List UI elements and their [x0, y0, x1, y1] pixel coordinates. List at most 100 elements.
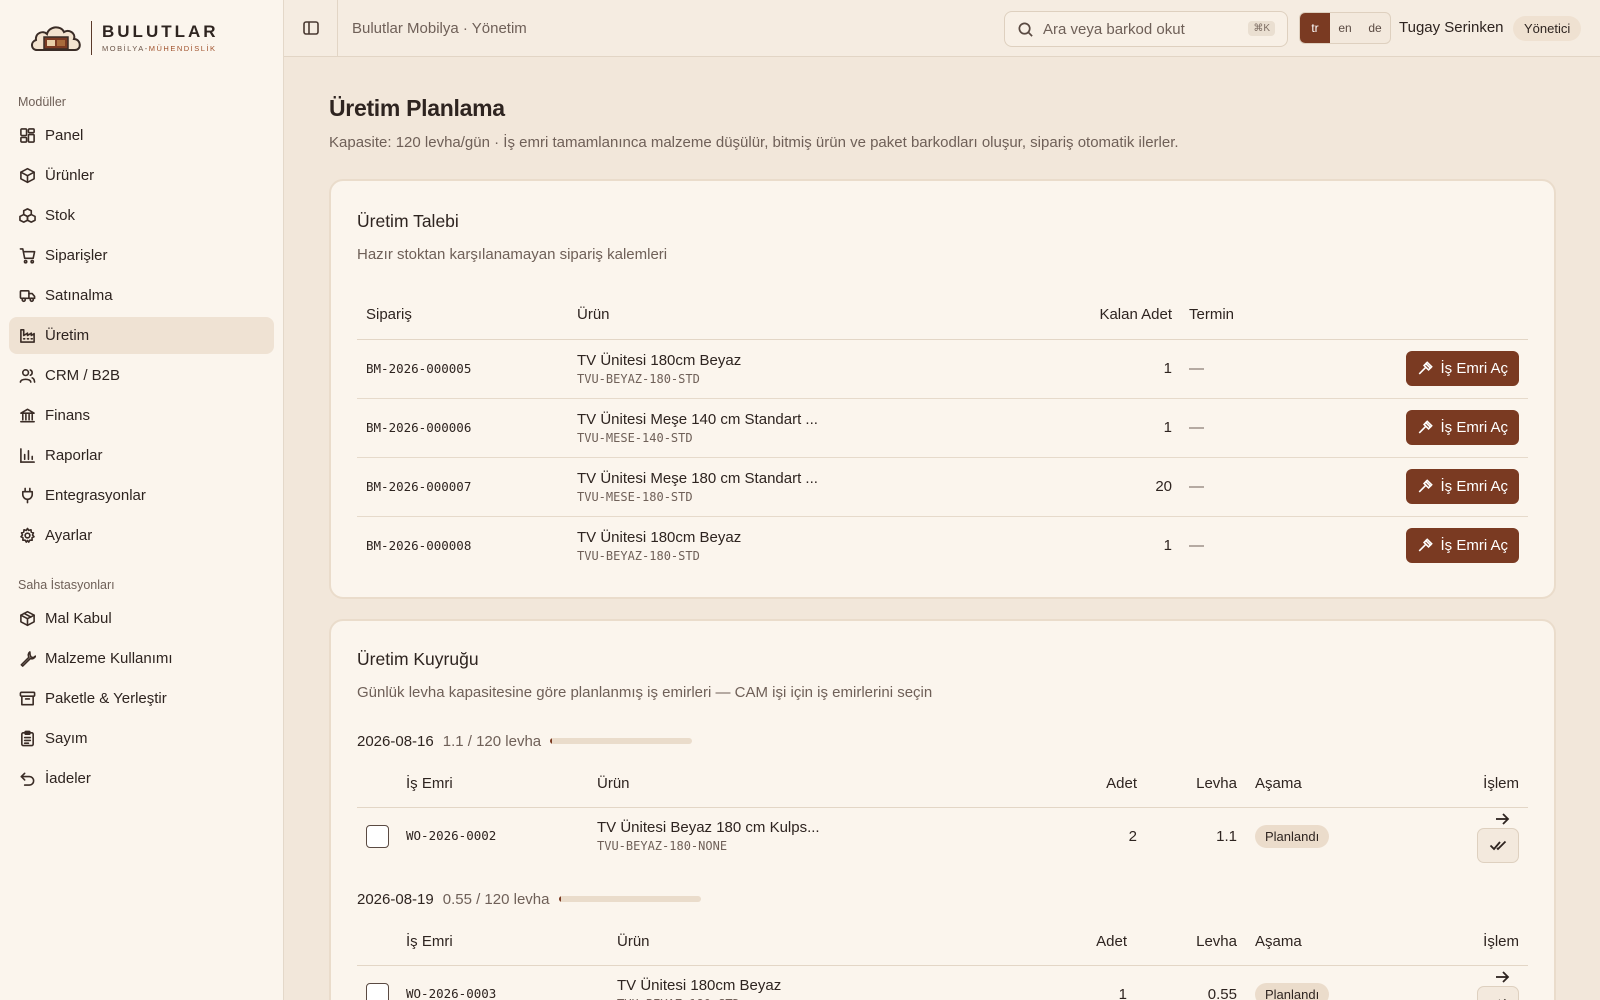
production-request-table: Sipariş Ürün Kalan Adet Termin BM-2026-0… — [357, 291, 1528, 575]
queue-day: 2026-08-16 1.1 / 120 levha İş Emri Ürün Adet… — [357, 729, 1528, 865]
search-box[interactable]: Ara veya barkod okut ⌘K — [1004, 11, 1288, 47]
sidebar-item-finans[interactable]: Finans — [9, 397, 274, 434]
order-number[interactable]: BM-2026-000008 — [366, 538, 471, 553]
sidebar-item-ayarlar[interactable]: Ayarlar — [9, 517, 274, 554]
page-title: Üretim Planlama — [329, 95, 505, 121]
topbar: Bulutlar Mobilya · Yönetim Ara veya bark… — [284, 0, 1600, 57]
table-row: WO-2026-0002 TV Ünitesi Beyaz 180 cm Kulp… — [357, 807, 1528, 865]
sidebar-item-siparişler[interactable]: Siparişler — [9, 237, 274, 274]
truck-icon — [18, 287, 36, 305]
complete-work-order-button[interactable] — [1477, 827, 1519, 863]
station-item-i-adeler[interactable]: İadeler — [9, 760, 274, 797]
station-item-paketle-yerleştir[interactable]: Paketle & Yerleştir — [9, 680, 274, 717]
col-action: İşlem — [1467, 761, 1528, 808]
nav-item-label: Siparişler — [45, 247, 108, 264]
order-number[interactable]: BM-2026-000006 — [366, 420, 471, 435]
work-order-qty: 1 — [1118, 985, 1127, 1000]
work-order-sheets: 0.55 — [1207, 985, 1237, 1000]
nav-item-label: Malzeme Kullanımı — [45, 650, 173, 667]
language-option-en[interactable]: en — [1330, 13, 1360, 43]
table-row: BM-2026-000005 TV Ünitesi 180cm Beyaz TVU-… — [357, 339, 1528, 399]
due-date: — — [1189, 359, 1204, 377]
work-order-checkbox[interactable] — [366, 982, 389, 1000]
open-work-order-button[interactable]: İş Emri Aç — [1406, 351, 1519, 386]
user-name[interactable]: Tugay Serinken — [1399, 19, 1504, 36]
nav-item-label: Mal Kabul — [45, 610, 112, 627]
sidebar-toggle-button[interactable] — [284, 0, 338, 57]
open-work-order-button[interactable]: İş Emri Aç — [1406, 528, 1519, 564]
col-qty: Adet — [1017, 919, 1127, 966]
sidebar-item-üretim[interactable]: Üretim — [9, 317, 274, 354]
order-number[interactable]: BM-2026-000007 — [366, 479, 471, 494]
nav-item-label: Raporlar — [45, 447, 103, 464]
nav-item-label: Paketle & Yerleştir — [45, 690, 167, 707]
language-option-tr[interactable]: tr — [1300, 13, 1330, 43]
clipboard-icon — [18, 730, 36, 748]
queue-day-header: 2026-08-19 0.55 / 120 levha — [357, 887, 1528, 911]
open-work-order-label: İş Emri Aç — [1440, 419, 1508, 436]
station-item-sayım[interactable]: Sayım — [9, 720, 274, 757]
sidebar-item-ürünler[interactable]: Ürünler — [9, 157, 274, 194]
search-shortcut: ⌘K — [1248, 21, 1275, 36]
product-sku: TVU-MESE-180-STD — [577, 489, 693, 504]
advance-stage-button[interactable] — [1494, 811, 1510, 827]
hammer-icon — [1419, 537, 1434, 552]
product-sku: TVU-BEYAZ-180-STD — [577, 548, 700, 563]
col-qty: Adet — [1057, 761, 1137, 808]
queue-day-date: 2026-08-19 — [357, 890, 434, 908]
table-row: BM-2026-000008 TV Ünitesi 180cm Beyaz TVU-… — [357, 516, 1528, 575]
open-work-order-button[interactable]: İş Emri Aç — [1406, 469, 1519, 504]
col-order: Sipariş — [357, 291, 577, 340]
nav-item-label: Üretim — [45, 327, 90, 344]
work-order-number[interactable]: WO-2026-0003 — [406, 986, 496, 1000]
sidebar-item-stok[interactable]: Stok — [9, 197, 274, 234]
brand-divider — [91, 20, 92, 55]
arrow-right-icon — [1496, 812, 1510, 825]
production-request-subtitle: Hazır stoktan karşılanamayan sipariş kal… — [357, 246, 668, 263]
brand[interactable]: BULUTLAR MOBİLYA-MÜHENDİSLİK — [0, 0, 283, 75]
wrench-icon — [18, 650, 36, 668]
col-product: Ürün — [617, 919, 1017, 966]
complete-work-order-button[interactable] — [1477, 985, 1519, 1000]
breadcrumb[interactable]: Bulutlar Mobilya · Yönetim — [352, 20, 527, 37]
order-number[interactable]: BM-2026-000005 — [366, 361, 471, 376]
sidebar-item-entegrasyonlar[interactable]: Entegrasyonlar — [9, 477, 274, 514]
product-sku: TVU-BEYAZ-180-STD — [577, 371, 700, 386]
bar-chart-icon — [18, 447, 36, 465]
product-name: TV Ünitesi Beyaz 180 cm Kulps... — [597, 819, 820, 837]
due-date: — — [1189, 477, 1204, 495]
queue-day-date: 2026-08-16 — [357, 732, 434, 750]
undo-icon — [18, 770, 36, 788]
work-order-table: İş Emri Ürün Adet Levha Aşama İşlem WO-2026-00… — [357, 919, 1528, 1000]
table-row: BM-2026-000007 TV Ünitesi Meşe 180 cm Sta… — [357, 457, 1528, 517]
archive-icon — [18, 690, 36, 708]
work-order-number[interactable]: WO-2026-0002 — [406, 828, 496, 843]
factory-icon — [18, 327, 36, 345]
sidebar-item-crm-b2b[interactable]: CRM / B2B — [9, 357, 274, 394]
dashboard-icon — [18, 127, 36, 145]
station-item-mal-kabul[interactable]: Mal Kabul — [9, 600, 274, 637]
open-work-order-button[interactable]: İş Emri Aç — [1406, 410, 1519, 445]
hammer-icon — [1419, 478, 1434, 492]
remaining-qty: 1 — [1163, 537, 1172, 555]
nav-item-label: Ürünler — [45, 167, 95, 184]
open-work-order-label: İş Emri Aç — [1440, 360, 1508, 377]
work-order-checkbox[interactable] — [366, 824, 389, 848]
language-option-de[interactable]: de — [1360, 13, 1390, 43]
table-row: WO-2026-0003TV Ünitesi 180cm BeyazTVU-BE… — [357, 965, 1528, 1000]
station-item-malzeme-kullanımı[interactable]: Malzeme Kullanımı — [9, 640, 274, 677]
production-queue-title: Üretim Kuyruğu — [357, 649, 479, 669]
sidebar-item-raporlar[interactable]: Raporlar — [9, 437, 274, 474]
advance-stage-button[interactable] — [1494, 969, 1510, 985]
col-stage: Aşama — [1237, 919, 1457, 966]
arrow-right-icon — [1496, 970, 1510, 983]
queue-day-capacity: 0.55 / 120 levha — [442, 890, 550, 908]
plug-icon — [18, 487, 36, 505]
remaining-qty: 20 — [917, 457, 1172, 517]
sidebar-item-panel[interactable]: Panel — [9, 117, 274, 154]
col-work-order: İş Emri — [406, 761, 597, 808]
col-product: Ürün — [597, 761, 1057, 808]
production-queue-card: Üretim Kuyruğu Günlük levha kapasitesine… — [329, 619, 1556, 1000]
product-sku: TVU-BEYAZ-180-NONE — [597, 839, 728, 854]
sidebar-item-satınalma[interactable]: Satınalma — [9, 277, 274, 314]
